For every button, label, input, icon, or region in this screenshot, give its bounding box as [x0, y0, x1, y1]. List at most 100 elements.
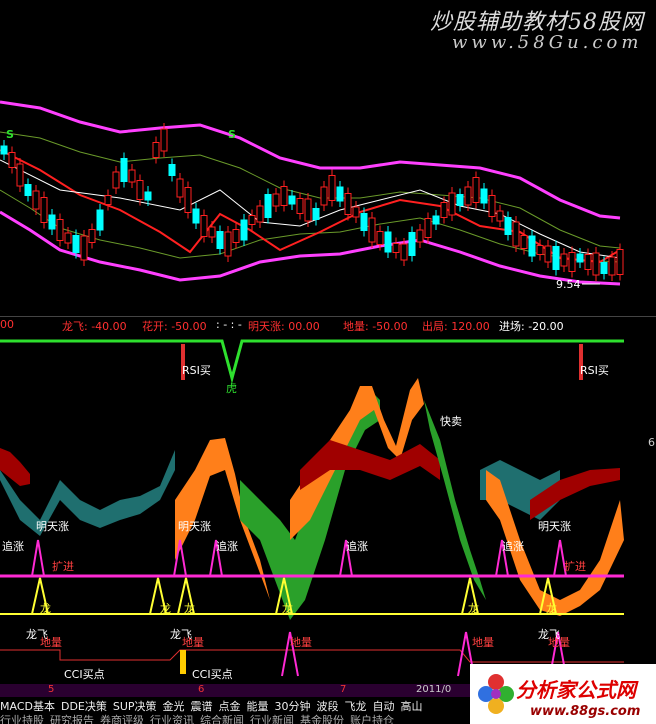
candle-body — [592, 252, 600, 276]
candle-body — [240, 219, 248, 241]
candle-body — [192, 208, 200, 224]
logo-url: www.88gs.com — [530, 704, 641, 719]
candle-body — [328, 175, 336, 201]
header-indicator-chuju: 出局: 120.00 — [422, 320, 490, 333]
ribbon-green-2 — [424, 400, 486, 600]
price-panel: SS — [0, 100, 624, 286]
candle-body — [616, 249, 624, 275]
candle-body — [384, 231, 392, 253]
candle-body — [24, 184, 32, 196]
candle-body — [168, 164, 176, 176]
candle-body — [608, 256, 616, 276]
date-axis: 5 6 7 2011/0 — [0, 684, 470, 697]
candle-body — [112, 171, 120, 189]
candle-body — [568, 252, 576, 272]
dragon-label-6: 龙 — [546, 602, 557, 615]
candle-body — [400, 243, 408, 261]
candle-body — [0, 145, 8, 155]
candle-body — [512, 221, 520, 247]
stock-chart[interactable]: SS — [0, 0, 656, 724]
candle-body — [440, 202, 448, 218]
rsi-line — [0, 339, 624, 384]
candle-body — [320, 186, 328, 206]
chase-spike — [31, 539, 45, 577]
tomorrow-up-label-3: 明天涨 — [538, 520, 571, 533]
ground-label-1: 地量 — [40, 636, 62, 649]
candle-body — [256, 205, 264, 223]
candle-body — [480, 188, 488, 204]
ground-label-4: 地量 — [472, 636, 494, 649]
ribbon-teal-1 — [0, 450, 175, 536]
tiger-label: 虎 — [226, 382, 237, 395]
expand-label-1: 扩进 — [52, 560, 74, 573]
candle-body — [136, 180, 144, 200]
right-axis-value: 6 — [648, 436, 655, 449]
tab-broker-rating[interactable]: 券商评级 — [100, 714, 144, 724]
tab-fund-shares[interactable]: 基金股份 — [300, 714, 344, 724]
chase-label-2: 追涨 — [216, 540, 238, 553]
tomorrow-up-label-2: 明天涨 — [178, 520, 211, 533]
candle-body — [496, 210, 504, 222]
candle-body — [56, 219, 64, 241]
dragon-label-1: 龙 — [40, 602, 51, 615]
s-marker-2: S — [228, 128, 236, 141]
cci-buy-label-1: CCI买点 — [64, 668, 105, 681]
watermark-url: www.58Gu.com — [452, 32, 643, 53]
date-axis-label: 6 — [198, 684, 205, 695]
candle-body — [280, 186, 288, 206]
candle-body — [488, 195, 496, 217]
header-indicator-jinchang: 进场: -20.00 — [499, 320, 564, 333]
date-axis-label: 2011/0 — [416, 684, 452, 695]
header-indicator-huakai: 花开: -50.00 — [142, 320, 207, 333]
dragon-label-5: 龙 — [468, 602, 479, 615]
candle-body — [312, 208, 320, 220]
tab-gaoshan[interactable]: 高山 — [401, 700, 423, 713]
candle-body — [184, 187, 192, 213]
candle-body — [432, 215, 440, 225]
tab-industry-info[interactable]: 行业资讯 — [150, 714, 194, 724]
header-indicator-diliang: 地量: -50.00 — [343, 320, 408, 333]
ground-label-2: 地量 — [182, 636, 204, 649]
candle-body — [104, 195, 112, 205]
header-indicator-blank: : - : - — [216, 318, 242, 331]
header-indicator-mingtianzhang: 明天涨: 00.00 — [248, 320, 320, 333]
chase-label-4: 追涨 — [502, 540, 524, 553]
tab-industry-news[interactable]: 行业新闻 — [250, 714, 294, 724]
candle-body — [8, 152, 16, 168]
tab-industry-holdings[interactable]: 行业持股 — [0, 714, 44, 724]
price-low-label: 9.54 — [556, 278, 581, 291]
panel-divider — [0, 316, 656, 317]
tab-general-news[interactable]: 综合新闻 — [200, 714, 244, 724]
candle-body — [152, 142, 160, 158]
candle-body — [272, 193, 280, 207]
candle-body — [64, 232, 72, 244]
candle-body — [344, 193, 352, 215]
candle-body — [424, 218, 432, 238]
candle-body — [352, 206, 360, 218]
candle-body — [536, 245, 544, 255]
candle-body — [600, 262, 608, 274]
candle-body — [552, 246, 560, 270]
candle-body — [368, 217, 376, 243]
candle-body — [200, 215, 208, 237]
site-logo: 分析家公式网 www.88gs.com — [470, 664, 656, 724]
formula-tab-row-2: 行业持股 研究报告 券商评级 行业资讯 综合新闻 行业新闻 基金股份 账户持仓 — [0, 712, 400, 724]
tab-account-holdings[interactable]: 账户持仓 — [350, 714, 394, 724]
candle-body — [248, 215, 256, 225]
candle-body — [576, 253, 584, 263]
candle-body — [296, 198, 304, 214]
date-axis-label: 5 — [48, 684, 55, 695]
candle-body — [120, 158, 128, 182]
cci-buy-label-2: CCI买点 — [192, 668, 233, 681]
candle-body — [40, 197, 48, 223]
candle-body — [88, 229, 96, 243]
s-marker-1: S — [6, 128, 14, 141]
candle-body — [144, 191, 152, 201]
candle-body — [376, 231, 384, 245]
candle-body — [216, 231, 224, 249]
candle-body — [336, 186, 344, 202]
tab-research[interactable]: 研究报告 — [50, 714, 94, 724]
chase-label-1: 追涨 — [2, 540, 24, 553]
candle-body — [560, 253, 568, 267]
dragon-label-3: 龙 — [184, 602, 195, 615]
